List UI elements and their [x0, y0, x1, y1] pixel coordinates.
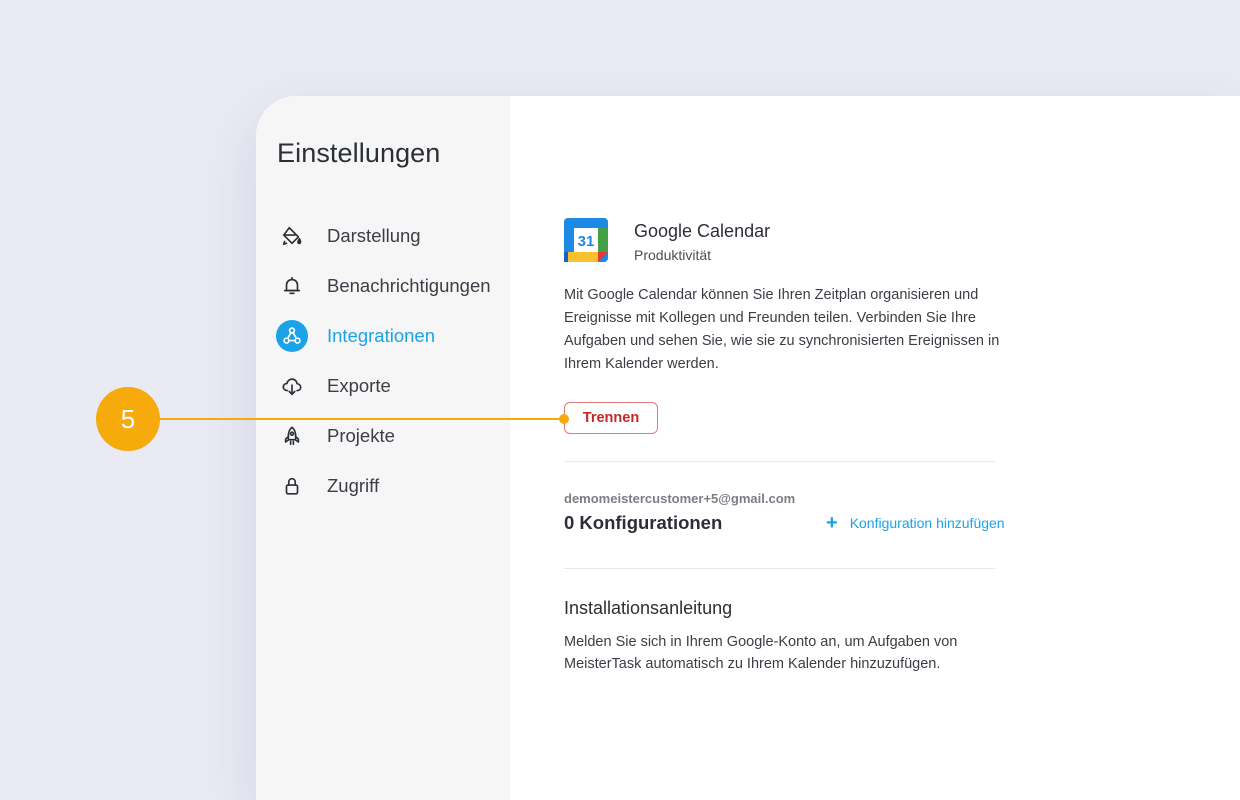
sidebar-item-label: Integrationen: [327, 325, 436, 346]
paint-bucket-icon: [276, 220, 308, 252]
sidebar-item-benachrichtigungen[interactable]: Benachrichtigungen: [276, 261, 510, 311]
add-configuration-button[interactable]: + Konfiguration hinzufügen: [826, 512, 1005, 534]
account-email: demomeistercustomer+5@gmail.com: [564, 491, 796, 506]
sidebar-item-darstellung[interactable]: Darstellung: [276, 211, 510, 261]
cloud-download-icon: [276, 370, 308, 402]
sidebar-item-label: Exporte: [327, 375, 391, 396]
plus-icon: +: [826, 512, 838, 534]
rocket-icon: [276, 420, 308, 452]
sidebar-item-label: Darstellung: [327, 225, 421, 246]
lock-icon: [276, 470, 308, 502]
settings-nav: Darstellung Benachrichtigungen Integrati…: [276, 211, 510, 511]
integration-header: 31 Google Calendar Produktivität: [564, 218, 770, 263]
sidebar-title: Einstellungen: [277, 138, 441, 168]
callout-line: [128, 418, 564, 420]
integration-detail: 31 Google Calendar Produktivität Mit Goo…: [510, 96, 1240, 800]
integration-name: Google Calendar: [634, 221, 771, 241]
installation-guide-text: Melden Sie sich in Ihrem Google-Konto an…: [564, 634, 958, 672]
installation-guide-title: Installationsanleitung: [564, 598, 733, 618]
sidebar-item-integrationen[interactable]: Integrationen: [276, 311, 510, 361]
divider: [564, 461, 995, 462]
integration-description: Mit Google Calendar können Sie Ihren Zei…: [564, 287, 1000, 372]
add-configuration-label: Konfiguration hinzufügen: [849, 515, 1005, 531]
callout-badge: 5: [96, 387, 160, 451]
sidebar-item-exporte[interactable]: Exporte: [276, 361, 510, 411]
integrations-icon: [276, 320, 308, 352]
bell-icon: [276, 270, 308, 302]
disconnect-button[interactable]: Trennen: [564, 402, 658, 434]
divider: [564, 568, 995, 569]
sidebar-item-label: Projekte: [327, 425, 395, 446]
integration-category: Produktivität: [634, 247, 712, 263]
callout-dot: [559, 414, 569, 424]
calendar-logo-text: 31: [578, 233, 595, 250]
sidebar-item-label: Benachrichtigungen: [327, 275, 491, 296]
settings-window: Einstellungen Darstellung Benachrichtigu…: [256, 96, 1240, 800]
sidebar-item-label: Zugriff: [327, 475, 380, 496]
sidebar-item-zugriff[interactable]: Zugriff: [276, 461, 510, 511]
configuration-count: 0 Konfigurationen: [564, 512, 723, 533]
google-calendar-logo: 31: [564, 218, 608, 262]
settings-sidebar: Einstellungen Darstellung Benachrichtigu…: [256, 96, 510, 800]
